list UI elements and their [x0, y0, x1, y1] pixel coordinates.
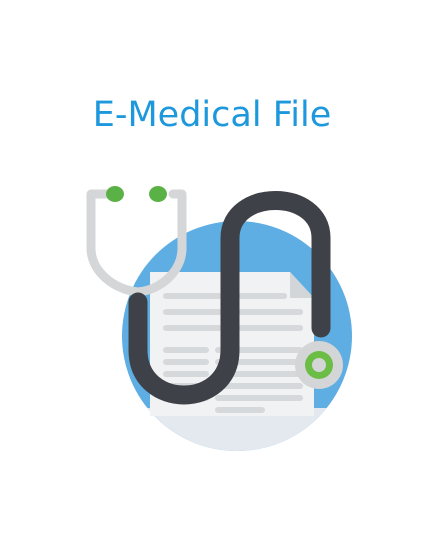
earpiece-left [106, 186, 124, 202]
splash-screen: E-Medical File [0, 0, 424, 540]
earpiece-right [149, 186, 167, 202]
medical-file-stethoscope-icon [86, 186, 352, 451]
chest-piece [295, 341, 343, 389]
circle-bottom-band [122, 408, 352, 451]
